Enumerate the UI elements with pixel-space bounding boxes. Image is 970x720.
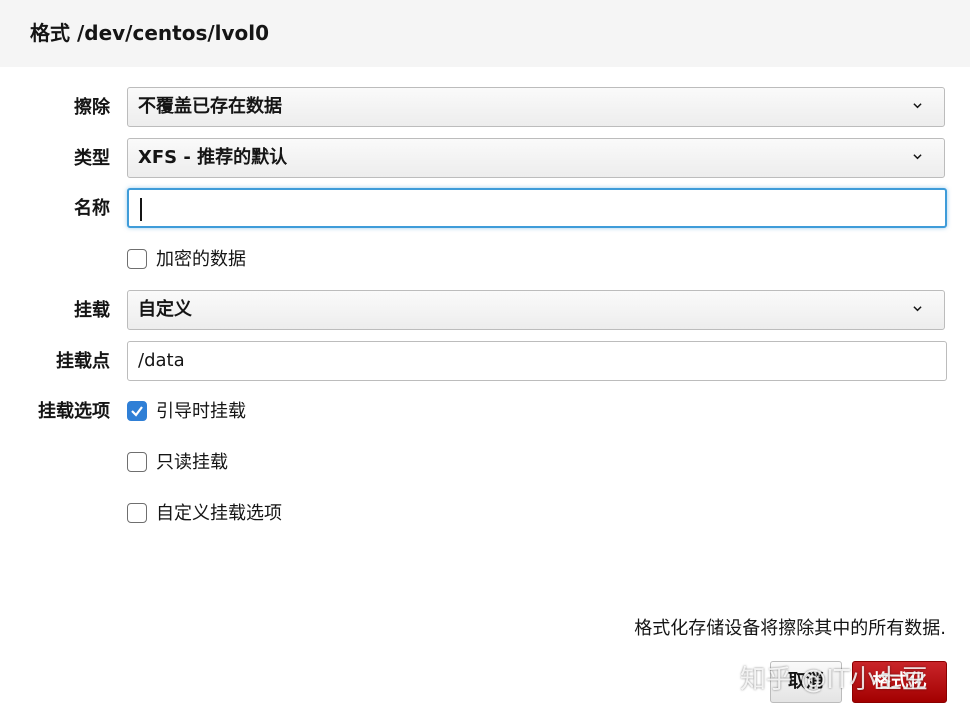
name-input[interactable] [127,188,947,228]
mount-at-boot-label: 引导时挂载 [156,401,246,422]
mount-select[interactable]: 自定义 [127,290,945,330]
erase-select[interactable]: 不覆盖已存在数据 [127,87,945,127]
name-label: 名称 [74,198,110,219]
encrypt-label: 加密的数据 [156,249,246,270]
chevron-down-icon [913,154,922,160]
type-select-value: XFS - 推荐的默认 [138,147,288,168]
format-warning: 格式化存储设备将擦除其中的所有数据. [634,618,946,639]
read-only-label: 只读挂载 [156,452,228,473]
erase-label: 擦除 [74,97,110,118]
read-only-checkbox[interactable] [127,452,147,472]
watermark: 知乎 @IT小土豆 [740,665,928,695]
mount-point-label: 挂载点 [56,351,110,372]
mount-label: 挂载 [74,300,110,321]
mount-point-value: /data [138,350,185,371]
type-select[interactable]: XFS - 推荐的默认 [127,138,945,178]
chevron-down-icon [913,306,922,312]
erase-select-value: 不覆盖已存在数据 [138,96,282,117]
mount-options-label: 挂载选项 [38,401,110,422]
encrypt-checkbox[interactable] [127,249,147,269]
mount-at-boot-checkbox[interactable] [127,401,147,421]
dialog-header: 格式 /dev/centos/lvol0 [0,0,970,67]
mount-select-value: 自定义 [138,299,192,320]
custom-options-label: 自定义挂载选项 [156,503,282,524]
mount-point-input[interactable]: /data [127,341,947,381]
chevron-down-icon [913,103,922,109]
check-icon [131,406,143,417]
dialog-title: 格式 /dev/centos/lvol0 [30,21,270,45]
text-caret [140,198,142,221]
custom-options-checkbox[interactable] [127,503,147,523]
type-label: 类型 [74,148,110,169]
